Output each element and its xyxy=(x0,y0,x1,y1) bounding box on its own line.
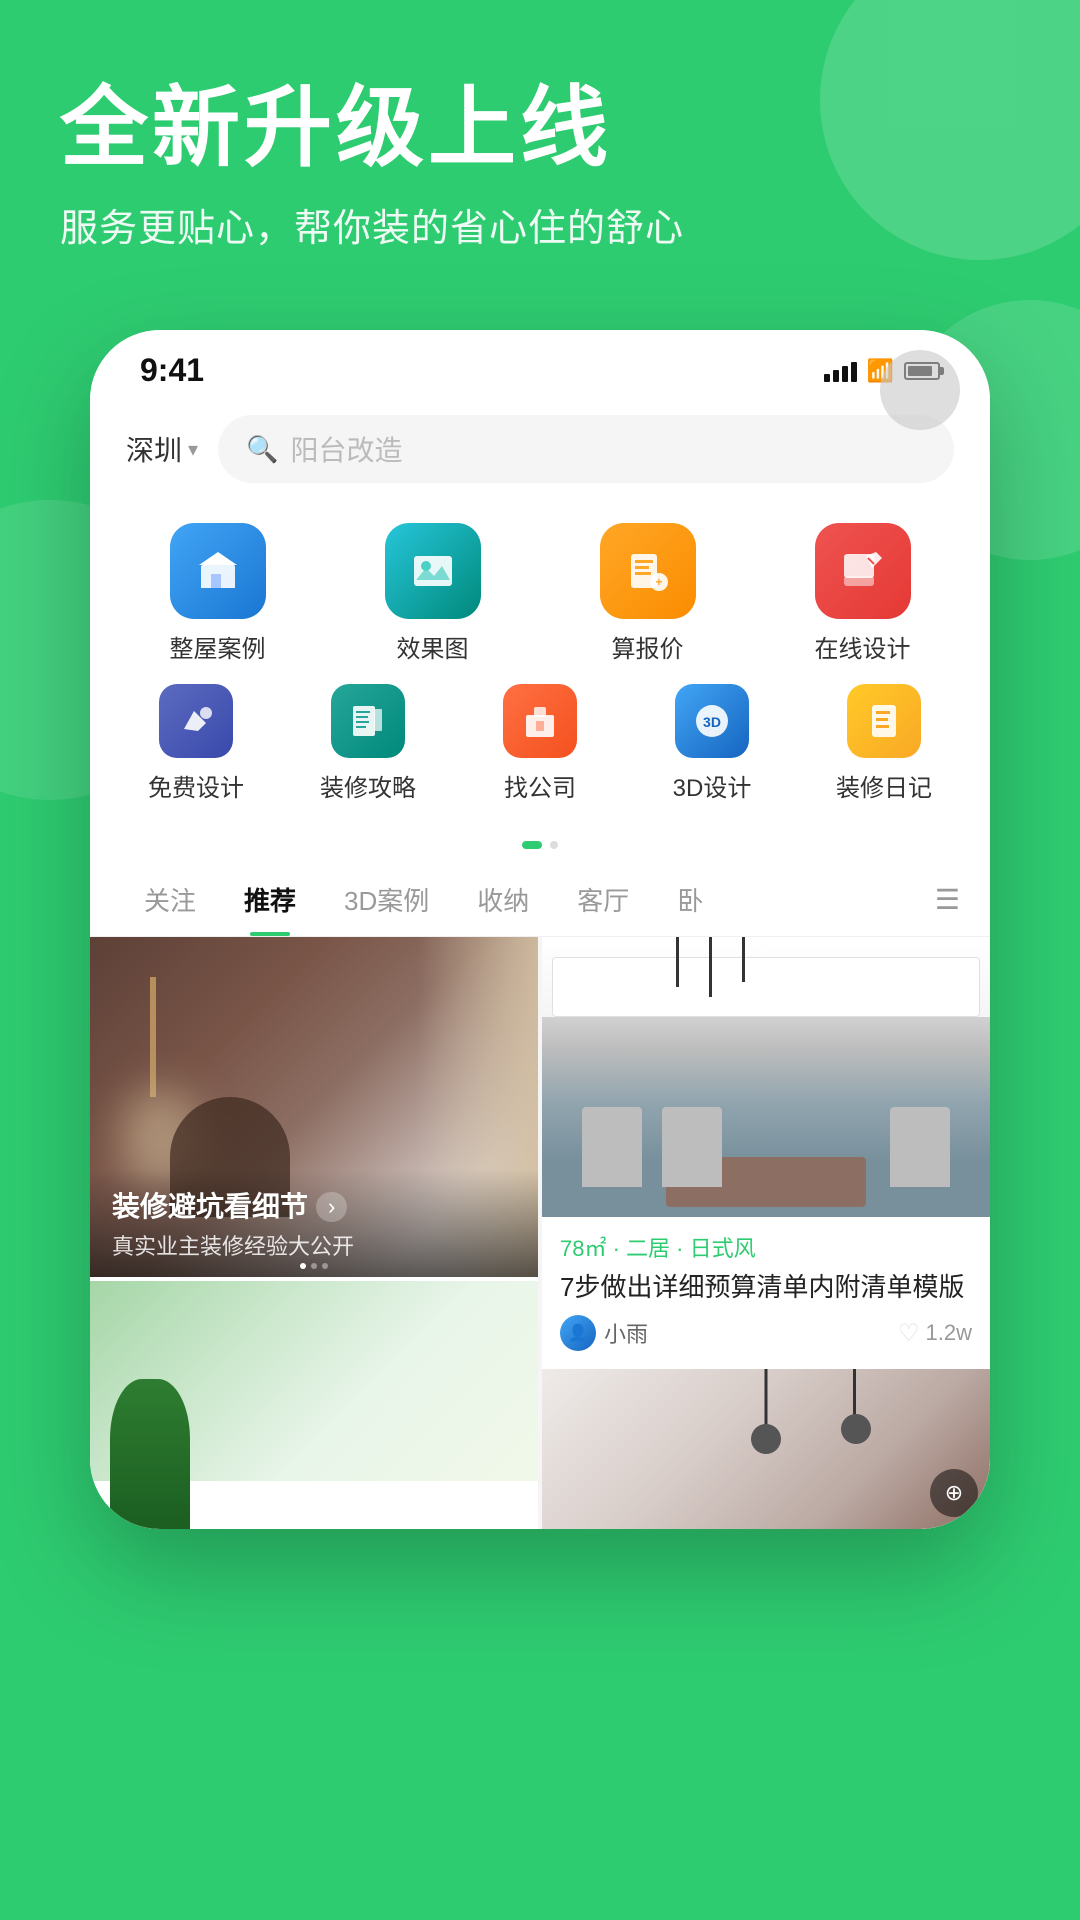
effect-icon xyxy=(385,523,481,619)
hero-subtitle: 服务更贴心，帮你装的省心住的舒心 xyxy=(60,197,1020,252)
phone-body: 9:41 📶 深圳 ▾ 🔍 阳台 xyxy=(90,330,990,1529)
hero-title: 全新升级上线 xyxy=(60,80,1020,177)
tab-follow[interactable]: 关注 xyxy=(120,863,220,936)
signal-icon xyxy=(824,360,857,382)
featured-card[interactable]: 装修避坑看细节 › 真实业主装修经验大公开 xyxy=(90,937,538,1277)
content-left-column: 装修避坑看细节 › 真实业主装修经验大公开 xyxy=(90,937,538,1529)
svg-text:3D: 3D xyxy=(703,714,721,730)
icon-label-whole-case: 整屋案例 xyxy=(170,629,266,664)
kitchen-card-meta: 👤 小雨 ♡ 1.2w xyxy=(560,1315,972,1351)
tab-recommend[interactable]: 推荐 xyxy=(220,863,320,936)
like-count: ♡ 1.2w xyxy=(898,1319,972,1348)
icon-label-free-design: 免费设计 xyxy=(148,768,244,803)
icon-label-effect: 效果图 xyxy=(397,629,469,664)
find-company-icon xyxy=(503,684,577,758)
icon-label-online-design: 在线设计 xyxy=(815,629,911,664)
icon-label-diary: 装修日记 xyxy=(836,768,932,803)
icon-item-guide[interactable]: 装修攻略 xyxy=(288,684,448,803)
kitchen-card-info: 78㎡ · 二居 · 日式风 7步做出详细预算清单内附清单模版 👤 小雨 ♡ xyxy=(542,1217,990,1365)
chevron-down-icon: ▾ xyxy=(188,437,198,462)
icon-item-quote[interactable]: + 算报价 xyxy=(568,523,728,664)
phone-mockup: 9:41 📶 深圳 ▾ 🔍 阳台 xyxy=(90,330,990,1529)
quote-icon: + xyxy=(600,523,696,619)
icon-row-2: 免费设计 装修攻略 xyxy=(110,674,970,813)
whole-case-icon xyxy=(170,523,266,619)
icon-item-free-design[interactable]: 免费设计 xyxy=(116,684,276,803)
content-right-column: 78㎡ · 二居 · 日式风 7步做出详细预算清单内附清单模版 👤 小雨 ♡ xyxy=(542,937,990,1529)
bottom-left-image xyxy=(90,1281,538,1481)
icon-row-1: 整屋案例 效果图 xyxy=(110,513,970,674)
kitchen-card-title: 7步做出详细预算清单内附清单模版 xyxy=(560,1269,972,1305)
author-name: 小雨 xyxy=(604,1317,648,1349)
bottom-right-card[interactable]: ⊕ xyxy=(542,1369,990,1529)
search-input[interactable]: 阳台改造 xyxy=(290,429,402,469)
guide-icon xyxy=(331,684,405,758)
kitchen-image xyxy=(542,937,990,1217)
search-box[interactable]: 🔍 阳台改造 xyxy=(218,415,954,483)
icon-label-3d-design: 3D设计 xyxy=(673,768,752,803)
diary-icon xyxy=(847,684,921,758)
likes-value: 1.2w xyxy=(926,1320,972,1346)
kitchen-card[interactable]: 78㎡ · 二居 · 日式风 7步做出详细预算清单内附清单模版 👤 小雨 ♡ xyxy=(542,937,990,1365)
location-button[interactable]: 深圳 ▾ xyxy=(126,429,198,469)
online-design-icon xyxy=(815,523,911,619)
bottom-left-card[interactable] xyxy=(90,1281,538,1481)
tab-more-icon[interactable]: ☰ xyxy=(935,883,960,916)
icon-item-online-design[interactable]: 在线设计 xyxy=(783,523,943,664)
icon-item-whole-case[interactable]: 整屋案例 xyxy=(138,523,298,664)
featured-card-title: 装修避坑看细节 xyxy=(112,1189,308,1225)
featured-card-subtitle: 真实业主装修经验大公开 xyxy=(112,1229,516,1261)
3d-design-icon: 3D xyxy=(675,684,749,758)
hero-section: 全新升级上线 服务更贴心，帮你装的省心住的舒心 xyxy=(0,0,1080,292)
icon-item-find-company[interactable]: 找公司 xyxy=(460,684,620,803)
heart-icon: ♡ xyxy=(898,1319,920,1348)
dot-2 xyxy=(550,841,558,849)
tab-bedroom[interactable]: 卧 xyxy=(653,863,727,936)
kitchen-card-tag: 78㎡ · 二居 · 日式风 xyxy=(560,1231,972,1263)
icon-item-effect[interactable]: 效果图 xyxy=(353,523,513,664)
author-avatar: 👤 xyxy=(560,1315,596,1351)
search-icon: 🔍 xyxy=(246,434,278,465)
status-time: 9:41 xyxy=(140,352,204,389)
tab-living-room[interactable]: 客厅 xyxy=(553,863,653,936)
status-bar: 9:41 📶 xyxy=(90,330,990,399)
tab-bar: 关注 推荐 3D案例 收纳 客厅 卧 ☰ xyxy=(90,863,990,937)
icon-item-diary[interactable]: 装修日记 xyxy=(804,684,964,803)
free-design-icon xyxy=(159,684,233,758)
search-area: 深圳 ▾ 🔍 阳台改造 xyxy=(90,399,990,503)
icon-label-quote: 算报价 xyxy=(612,629,684,664)
author-info: 👤 小雨 xyxy=(560,1315,648,1351)
icon-grid: 整屋案例 效果图 xyxy=(90,503,990,833)
icon-item-3d-design[interactable]: 3D 3D设计 xyxy=(632,684,792,803)
tab-3d-case[interactable]: 3D案例 xyxy=(320,863,453,936)
content-grid: 装修避坑看细节 › 真实业主装修经验大公开 xyxy=(90,937,990,1529)
page-indicator xyxy=(90,833,990,863)
svg-text:+: + xyxy=(655,575,662,589)
featured-card-overlay: 装修避坑看细节 › 真实业主装修经验大公开 xyxy=(90,1169,538,1277)
icon-label-guide: 装修攻略 xyxy=(320,768,416,803)
icon-label-find-company: 找公司 xyxy=(504,768,576,803)
tab-storage[interactable]: 收纳 xyxy=(453,863,553,936)
dot-1 xyxy=(522,841,542,849)
location-text: 深圳 xyxy=(126,429,182,469)
